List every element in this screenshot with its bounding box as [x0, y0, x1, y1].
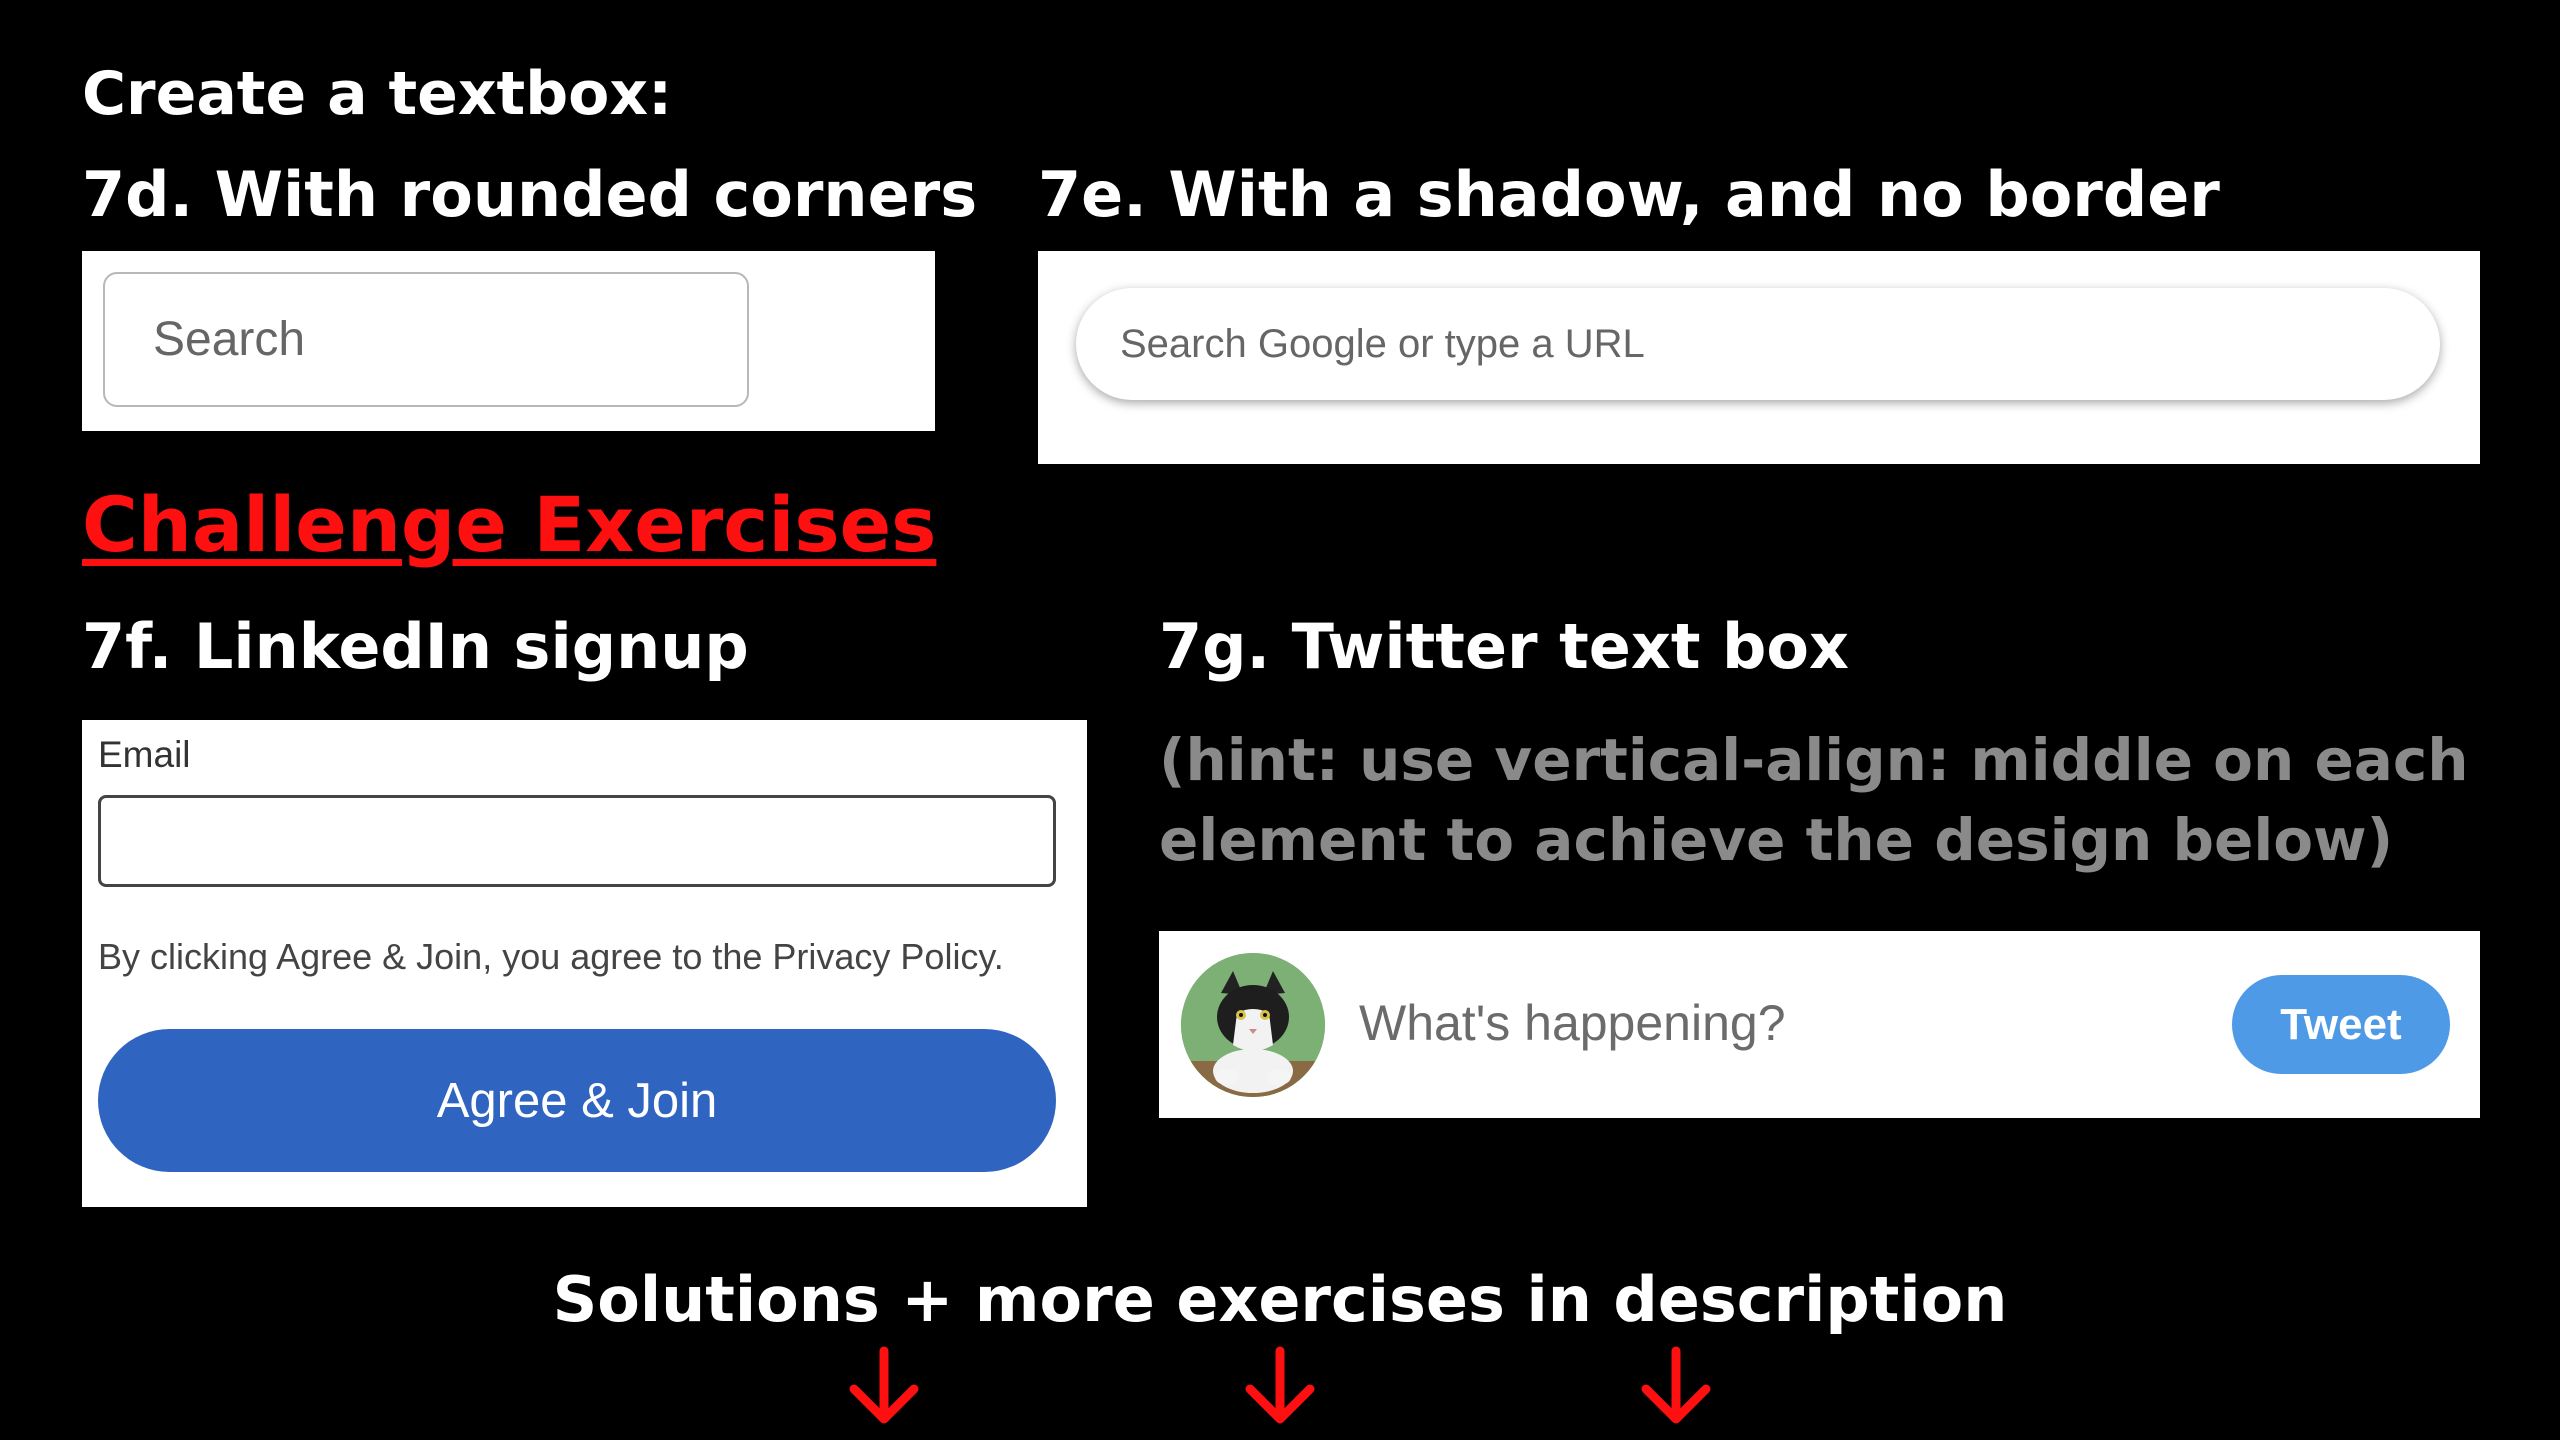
heading-7g: 7g. Twitter text box	[1159, 610, 1850, 683]
email-label: Email	[98, 734, 191, 775]
panel-7d	[82, 251, 935, 431]
heading-7f: 7f. LinkedIn signup	[82, 610, 749, 683]
footer-text: Solutions + more exercises in descriptio…	[552, 1263, 2008, 1336]
heading-7e: 7e. With a shadow, and no border	[1038, 158, 2220, 231]
page-title: Create a textbox:	[82, 59, 673, 129]
rounded-search-input[interactable]	[103, 272, 749, 407]
arrow-down-icon	[1641, 1346, 1711, 1424]
tweet-button[interactable]: Tweet	[2232, 975, 2450, 1074]
privacy-policy-text: By clicking Agree & Join, you agree to t…	[98, 936, 1004, 977]
shadow-search-input[interactable]	[1076, 288, 2440, 400]
challenge-title: Challenge Exercises	[82, 480, 937, 569]
panel-7e	[1038, 251, 2480, 464]
agree-join-button[interactable]: Agree & Join	[98, 1029, 1056, 1172]
hint-text: (hint: use vertical-align: middle on eac…	[1159, 726, 2469, 874]
twitter-textbox-panel: What's happening? Tweet	[1159, 931, 2480, 1118]
linkedin-signup-panel: Email By clicking Agree & Join, you agre…	[82, 720, 1087, 1207]
arrow-down-icon	[849, 1346, 919, 1424]
arrow-down-icon	[1245, 1346, 1315, 1424]
email-field[interactable]	[98, 795, 1056, 887]
cat-avatar-icon	[1181, 953, 1325, 1097]
heading-7d: 7d. With rounded corners	[82, 158, 978, 231]
whats-happening-placeholder[interactable]: What's happening?	[1359, 991, 1786, 1055]
